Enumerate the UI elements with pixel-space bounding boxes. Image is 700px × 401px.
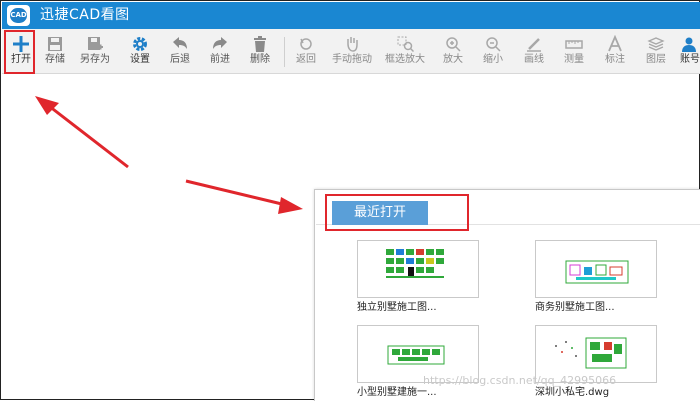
arrow-to-open-button	[48, 104, 129, 169]
annotate-button[interactable]: 标注	[596, 31, 634, 72]
file-name: 深圳小私宅.dwg	[535, 387, 610, 398]
account-button[interactable]: 账号	[676, 31, 700, 72]
file-name: 小型别墅建施一...	[357, 387, 437, 398]
arrow-to-recent-tab	[185, 179, 287, 207]
pan-button[interactable]: 手动拖动	[328, 31, 376, 72]
recent-file-card[interactable]: 商务别墅施工图...	[535, 240, 659, 315]
zoom-in-icon	[434, 31, 472, 53]
file-thumbnail[interactable]	[357, 240, 479, 298]
draw-line-button[interactable]: 画线	[515, 31, 553, 72]
file-thumbnail[interactable]	[535, 240, 657, 298]
save-as-button[interactable]: 另存为	[76, 31, 114, 72]
layers-button[interactable]: 图层	[637, 31, 675, 72]
app-title: 迅捷CAD看图	[40, 7, 130, 23]
app-window: CAD 迅捷CAD看图 打开 存储 另存为 设置 后退 前进 删除 返回 手动拖…	[0, 0, 700, 401]
app-logo-icon: CAD	[7, 5, 30, 26]
box-zoom-icon	[381, 31, 429, 53]
return-icon	[287, 31, 325, 53]
draw-line-button-label: 画线	[524, 54, 544, 65]
save-as-icon	[76, 31, 114, 53]
toolbar-separator	[284, 37, 285, 67]
file-name: 商务别墅施工图...	[535, 302, 615, 313]
gear-icon	[121, 31, 159, 53]
return-button[interactable]: 返回	[287, 31, 325, 72]
forward-button-label: 前进	[210, 54, 230, 65]
hand-icon	[328, 31, 376, 53]
save-button[interactable]: 存储	[36, 31, 74, 72]
file-name: 独立别墅施工图...	[357, 302, 437, 313]
layers-icon	[637, 31, 675, 53]
save-icon	[36, 31, 74, 53]
recent-file-card[interactable]: 独立别墅施工图...	[357, 240, 481, 315]
zoom-in-button[interactable]: 放大	[434, 31, 472, 72]
save-as-button-label: 另存为	[80, 54, 110, 65]
zoom-out-button-label: 缩小	[483, 54, 503, 65]
layers-button-label: 图层	[646, 54, 666, 65]
recent-tab-highlight	[325, 194, 469, 231]
save-button-label: 存储	[45, 54, 65, 65]
settings-button-label: 设置	[130, 54, 150, 65]
open-button-highlight	[4, 30, 35, 74]
pen-icon	[515, 31, 553, 53]
annotate-button-label: 标注	[605, 54, 625, 65]
redo-icon	[201, 31, 239, 53]
undo-icon	[161, 31, 199, 53]
forward-button[interactable]: 前进	[201, 31, 239, 72]
account-button-label: 账号	[680, 54, 700, 65]
back-button[interactable]: 后退	[161, 31, 199, 72]
delete-button-label: 删除	[250, 54, 270, 65]
measure-button-label: 测量	[564, 54, 584, 65]
recent-file-card[interactable]: 深圳小私宅.dwg	[535, 325, 659, 400]
zoom-in-button-label: 放大	[443, 54, 463, 65]
return-button-label: 返回	[296, 54, 316, 65]
box-zoom-button-label: 框选放大	[385, 54, 425, 65]
title-bar: CAD 迅捷CAD看图	[2, 2, 700, 29]
ruler-icon	[555, 31, 593, 53]
text-a-icon	[596, 31, 634, 53]
measure-button[interactable]: 测量	[555, 31, 593, 72]
back-button-label: 后退	[170, 54, 190, 65]
settings-button[interactable]: 设置	[121, 31, 159, 72]
box-zoom-button[interactable]: 框选放大	[381, 31, 429, 72]
toolbar: 打开 存储 另存为 设置 后退 前进 删除 返回 手动拖动 框选放大 放大 缩小…	[2, 29, 700, 74]
pan-button-label: 手动拖动	[332, 54, 372, 65]
arrowhead-to-open-button	[35, 96, 59, 115]
zoom-out-button[interactable]: 缩小	[474, 31, 512, 72]
arrowhead-to-recent-tab	[278, 197, 303, 214]
user-icon	[676, 31, 700, 53]
app-logo-text: CAD	[10, 8, 27, 23]
delete-button[interactable]: 删除	[241, 31, 279, 72]
trash-icon	[241, 31, 279, 53]
watermark-text: https://blog.csdn.net/qq_42995066	[423, 374, 617, 387]
zoom-out-icon	[474, 31, 512, 53]
recent-file-card[interactable]: 小型别墅建施一...	[357, 325, 481, 400]
